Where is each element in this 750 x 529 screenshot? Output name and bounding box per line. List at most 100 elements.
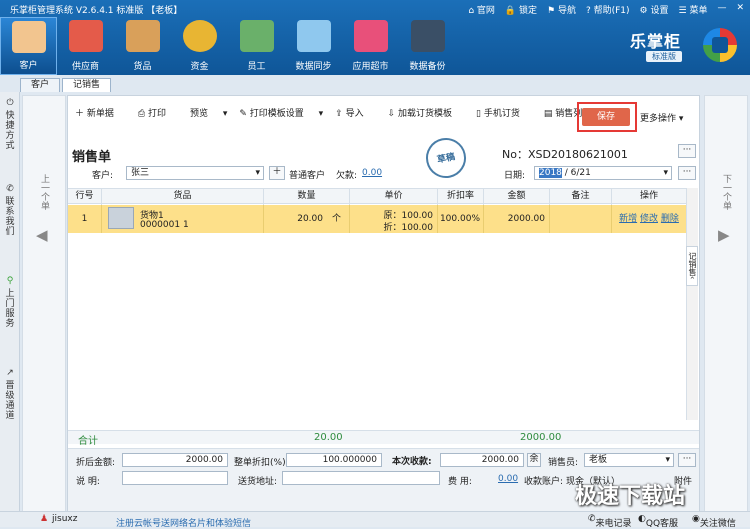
add-row-link[interactable]: 新增 <box>619 214 637 224</box>
more-actions-button[interactable]: 更多操作 ▾ <box>640 111 683 124</box>
mobile-order-button[interactable]: ▯ 手机订货 <box>476 106 532 119</box>
home-link[interactable]: ⌂ 官网 <box>468 3 495 16</box>
date-picker[interactable]: 2018 / 6/21 ▾ <box>534 166 672 180</box>
col-row-no: 行号 <box>68 189 102 205</box>
backup-icon <box>410 20 445 52</box>
debt-value[interactable]: 0.00 <box>362 168 382 178</box>
delete-row-link[interactable]: 删除 <box>661 214 679 224</box>
rail-service[interactable]: ⚲ 上门服务 <box>2 276 18 329</box>
lock-button[interactable]: 🔒 锁定 <box>505 3 537 16</box>
row-qty[interactable]: 20.00 个 <box>264 205 350 233</box>
bike-icon: ⚲ <box>6 276 14 286</box>
load-template-button[interactable]: ⇩ 加载订货模板 <box>388 106 464 119</box>
module-funds[interactable]: 资金 <box>171 17 228 75</box>
sync-icon <box>296 20 331 52</box>
col-actions: 操作 <box>639 191 658 201</box>
call-log-button[interactable]: ✆ 来电记录 <box>588 514 632 529</box>
brand-logo-icon <box>703 28 737 62</box>
qq-service-button[interactable]: ◐ QQ客服 <box>638 514 678 529</box>
col-qty: 数量 <box>264 189 350 205</box>
delivery-address-label: 送货地址: <box>238 477 278 487</box>
system-menu: ⌂ 官网 🔒 锁定 ⚑ 导航 ? 帮助(F1) ⚙ 设置 ☰ 菜单 — ✕ <box>468 3 744 16</box>
module-staff[interactable]: 员工 <box>228 17 285 75</box>
module-sync[interactable]: 数据同步 <box>285 17 342 75</box>
rail-shortcuts[interactable]: ⏻ 快捷方式 <box>2 98 18 151</box>
record-sales-side-tab[interactable]: 记销售‹ <box>686 246 698 286</box>
customer-row: 客户: 张三 ▾ ＋ 普通客户 欠款: 0.00 日期: 2018 / 6/21 ▾… <box>68 166 699 182</box>
header-more-button[interactable]: ··· <box>678 144 696 158</box>
this-payment-label: 本次收款: <box>392 457 432 467</box>
module-customer[interactable]: 客户 <box>0 17 57 75</box>
module-supplier[interactable]: 供应商 <box>57 17 114 75</box>
table-row[interactable]: 1 货物1 0000001 1 20.00 个 原：100.00 折：100.00 … <box>68 205 686 233</box>
whole-discount-field[interactable]: 100.000000 <box>286 453 382 467</box>
settings-button[interactable]: ⚙ 设置 <box>640 3 669 16</box>
col-goods: 货品 <box>102 189 264 205</box>
rail-contact[interactable]: ✆ 联系我们 <box>2 184 18 237</box>
totals-label: 合计 <box>78 436 98 447</box>
note-field[interactable] <box>122 471 228 485</box>
top-bar: 乐掌柜管理系统 V2.6.4.1 标准版 【老板】 ⌂ 官网 🔒 锁定 ⚑ 导航… <box>0 0 750 75</box>
edit-row-link[interactable]: 修改 <box>640 214 658 224</box>
print-button[interactable]: ⎙ 打印 <box>138 106 178 119</box>
nav-button[interactable]: ⚑ 导航 <box>547 3 576 16</box>
new-order-button[interactable]: ＋ 新单据 <box>75 106 126 119</box>
delivery-address-field[interactable] <box>282 471 440 485</box>
row-discount[interactable]: 100.00% <box>438 205 484 233</box>
tab-record-sales[interactable]: 记销售 <box>62 78 112 92</box>
title-bar: 乐掌柜管理系统 V2.6.4.1 标准版 【老板】 ⌂ 官网 🔒 锁定 ⚑ 导航… <box>0 0 750 17</box>
row-goods: 货物1 0000001 1 <box>102 205 264 233</box>
product-image-icon <box>108 207 134 229</box>
staff-icon <box>239 20 274 52</box>
menu-button[interactable]: ☰ 菜单 <box>679 3 708 16</box>
phone-icon: ✆ <box>6 184 14 194</box>
customer-label: 客户: <box>92 171 114 181</box>
customer-select[interactable]: 张三 ▾ <box>126 166 264 180</box>
note-label: 说 明: <box>76 477 100 487</box>
row-price[interactable]: 原：100.00 折：100.00 <box>350 205 438 233</box>
add-customer-button[interactable]: ＋ <box>269 166 285 180</box>
save-button[interactable]: 保存 <box>582 108 630 126</box>
row-actions: 新增 修改 删除 <box>612 205 686 233</box>
power-icon: ⏻ <box>6 98 14 108</box>
boxes-icon <box>125 20 160 52</box>
module-backup[interactable]: 数据备份 <box>399 17 456 75</box>
salesperson-more-button[interactable]: ··· <box>678 453 696 467</box>
after-discount-field[interactable]: 2000.00 <box>122 453 228 467</box>
print-template-button[interactable]: ✎ 打印模板设置 ▾ <box>239 106 323 119</box>
brand-edition: 标准版 <box>646 51 682 62</box>
preview-button[interactable]: 预览 ▾ <box>190 106 227 119</box>
chevron-right-icon: ▶ <box>718 226 730 244</box>
row-amount: 2000.00 <box>484 205 550 233</box>
fee-value[interactable]: 0.00 <box>498 474 518 484</box>
tab-customer[interactable]: 客户 <box>20 78 61 92</box>
chevron-down-icon: ▾ <box>663 168 668 178</box>
remaining-button[interactable]: 余 <box>527 453 541 467</box>
totals-amount: 2000.00 <box>520 432 562 443</box>
table-header: 行号 货品 数量 单价 折扣率 金额 备注 操作 <box>68 188 686 205</box>
after-discount-label: 折后金额: <box>76 458 116 468</box>
salesperson-select[interactable]: 老板 ▾ <box>584 453 674 467</box>
prev-order-panel[interactable]: 上一个单 ◀ <box>22 95 66 513</box>
account-label: 收款账户: <box>524 477 564 487</box>
module-app-market[interactable]: 应用超市 <box>342 17 399 75</box>
chevron-down-icon: ▾ <box>665 455 670 465</box>
minimize-icon[interactable]: — <box>717 3 726 16</box>
basket-icon <box>353 20 388 52</box>
whole-discount-label: 整单折扣(%) <box>234 458 286 468</box>
prev-order-label: 上一个单 <box>39 174 49 210</box>
rail-upgrade[interactable]: ↗ 晋级通道 <box>2 368 18 421</box>
row-note[interactable] <box>550 205 612 233</box>
next-order-panel[interactable]: 下一个单 ▶ <box>704 95 748 513</box>
this-payment-field[interactable]: 2000.00 <box>440 453 524 467</box>
wechat-button[interactable]: ◉ 关注微信 <box>692 514 736 529</box>
date-more-button[interactable]: ··· <box>678 166 696 180</box>
import-button[interactable]: ⇪ 导入 <box>335 106 375 119</box>
close-icon[interactable]: ✕ <box>736 3 744 16</box>
module-goods[interactable]: 货品 <box>114 17 171 75</box>
window-title: 乐掌柜管理系统 V2.6.4.1 标准版 【老板】 <box>10 6 183 16</box>
table-scrollbar[interactable] <box>686 188 698 420</box>
user-icon: ♟ <box>40 514 49 524</box>
form-title: 销售单 <box>72 150 112 165</box>
help-button[interactable]: ? 帮助(F1) <box>586 3 630 16</box>
